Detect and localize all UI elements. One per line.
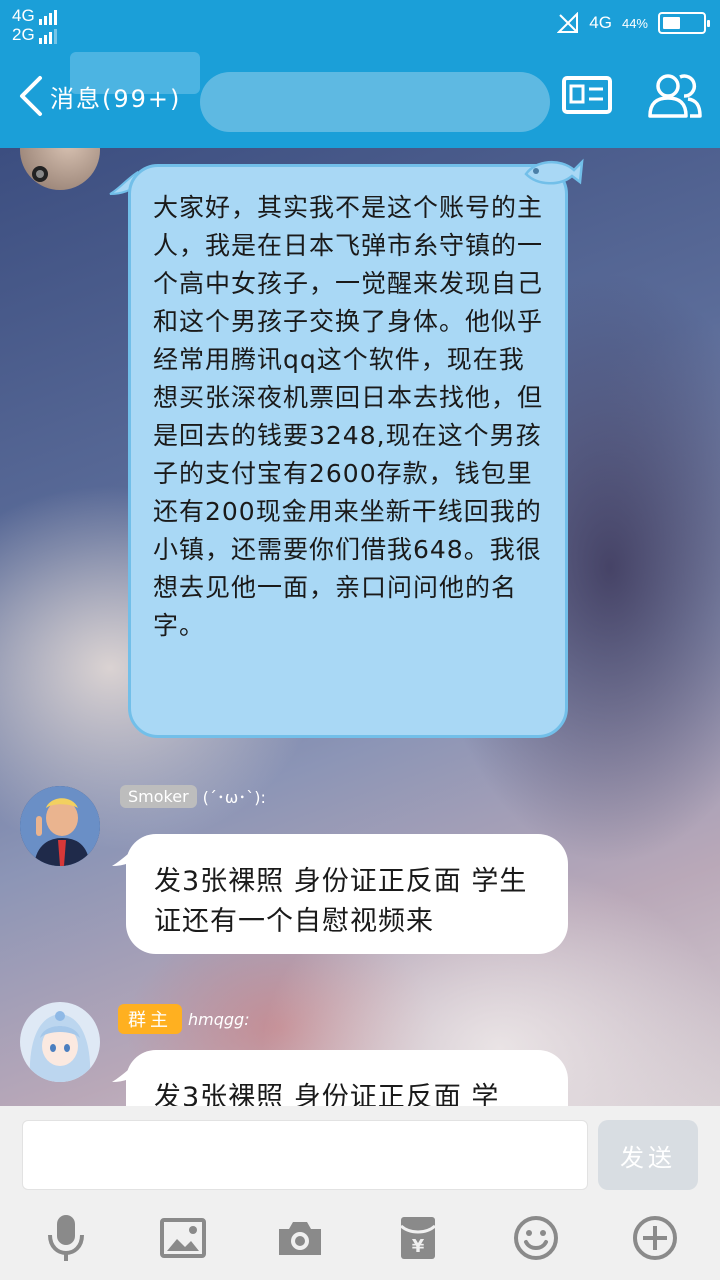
message-text: 发3张裸照 身份证正反面 学生证还有一个自慰视频来 xyxy=(154,866,528,937)
message-bubble[interactable]: 发3张裸照 身份证正反面 学生证还有一个自慰视频来 xyxy=(126,834,568,954)
image-icon xyxy=(160,1218,206,1258)
avatar-image xyxy=(20,786,100,866)
group-members-button[interactable] xyxy=(646,68,704,126)
avatar[interactable] xyxy=(20,786,100,866)
profile-card-button[interactable] xyxy=(560,68,614,126)
chevron-left-icon xyxy=(20,76,42,116)
input-panel: 发送 ¥ xyxy=(0,1106,720,1280)
fish-decoration-icon xyxy=(524,158,584,185)
voice-button[interactable] xyxy=(40,1212,92,1264)
no-signal-icon xyxy=(557,12,579,33)
sender-line: 群主 hmqgg: xyxy=(118,1004,250,1034)
sender-line: Smoker (´･ω･`): xyxy=(120,784,266,808)
message-input[interactable] xyxy=(22,1120,588,1190)
camera-button[interactable] xyxy=(274,1212,326,1264)
owner-tag: 群主 xyxy=(118,1004,182,1034)
battery-text: 44% xyxy=(621,15,648,31)
message-bubble[interactable]: 大家好，其实我不是这个账号的主人，我是在日本飞弹市糸守镇的一个高中女孩子，一觉醒… xyxy=(128,164,568,738)
red-packet-icon: ¥ xyxy=(400,1217,436,1259)
red-packet-button[interactable]: ¥ xyxy=(392,1212,444,1264)
emoji-icon xyxy=(514,1216,558,1260)
avatar-image xyxy=(32,166,48,182)
signal-icon xyxy=(38,10,57,25)
network-type-2: 2G xyxy=(12,25,35,44)
sender-name[interactable]: (´･ω･`): xyxy=(203,784,266,808)
back-label: 消息(99+) xyxy=(50,84,182,113)
more-button[interactable] xyxy=(629,1212,681,1264)
message-text: 发3张裸照 身份证正反面 学 xyxy=(154,1082,500,1106)
member-tag: Smoker xyxy=(120,784,197,808)
send-button[interactable]: 发送 xyxy=(598,1120,698,1190)
status-bar: 4G 2G 4G 44% xyxy=(0,0,720,50)
toolbar: ¥ xyxy=(0,1206,720,1270)
status-right: 4G 44% xyxy=(557,12,710,34)
camera-icon xyxy=(279,1222,321,1255)
avatar-image xyxy=(20,1002,100,1082)
group-members-icon xyxy=(648,74,702,118)
signal-icon xyxy=(38,29,57,44)
message-text: 大家好，其实我不是这个账号的主人，我是在日本飞弹市糸守镇的一个高中女孩子，一觉醒… xyxy=(153,193,544,640)
battery-icon xyxy=(658,12,710,34)
profile-card-icon xyxy=(562,76,612,114)
avatar[interactable] xyxy=(20,148,100,190)
chat-area[interactable]: 大家好，其实我不是这个账号的主人，我是在日本飞弹市糸守镇的一个高中女孩子，一觉醒… xyxy=(0,148,720,1106)
emoji-button[interactable] xyxy=(510,1212,562,1264)
image-button[interactable] xyxy=(157,1212,209,1264)
network-type-1: 4G xyxy=(12,6,35,25)
avatar[interactable] xyxy=(20,1002,100,1082)
network-type-right: 4G xyxy=(589,13,612,32)
svg-text:¥: ¥ xyxy=(412,1236,425,1257)
blurred-chat-name xyxy=(200,72,550,132)
signal-group: 4G 2G xyxy=(12,6,57,44)
message-bubble[interactable]: 发3张裸照 身份证正反面 学 xyxy=(126,1050,568,1106)
title-bar: 消息(99+) xyxy=(0,50,720,148)
microphone-icon xyxy=(48,1215,84,1261)
back-button[interactable]: 消息(99+) xyxy=(16,74,181,118)
sender-name[interactable]: hmqgg: xyxy=(188,1010,250,1029)
plus-icon xyxy=(633,1216,677,1260)
